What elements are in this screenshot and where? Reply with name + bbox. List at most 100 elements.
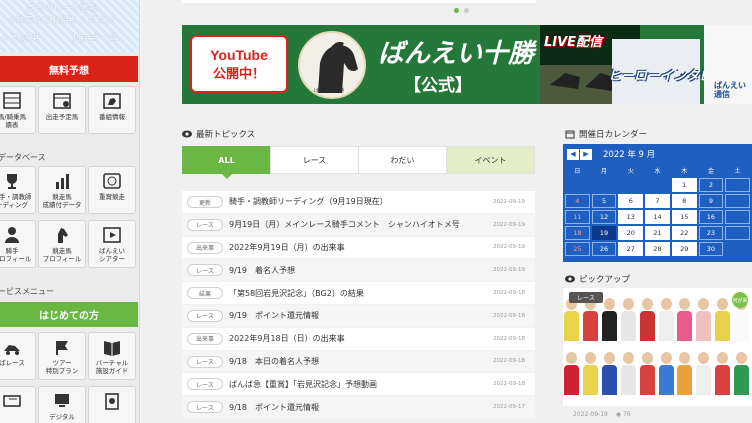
calendar-day[interactable]: 5: [591, 194, 617, 208]
tab-all[interactable]: ALL: [182, 146, 270, 179]
prev-month-button[interactable]: ◀: [567, 148, 579, 160]
horse-data-tile[interactable]: 競走馬 成績付データ: [38, 166, 86, 214]
hero-interview-panel: ヒーローインタビュー: [608, 39, 738, 104]
news-title[interactable]: 9月19日（月）メインレース騎手コメント シャンハイオトメ号: [229, 219, 460, 230]
news-title[interactable]: 騎手・調教師リーディング（9月19日現在）: [229, 196, 388, 207]
calendar-day[interactable]: 23: [698, 226, 724, 240]
clipboard-tile[interactable]: [88, 386, 136, 423]
news-date: 2022-09-18: [493, 312, 525, 319]
news-title[interactable]: 2022年9月19日（月）の出来事: [229, 242, 345, 253]
news-title[interactable]: ばんば急【重賞】「岩見沢記念」予想動画: [229, 379, 377, 390]
horse-profile-tile[interactable]: 競走馬 プロフィール: [38, 220, 86, 268]
calendar-day[interactable]: 19: [591, 226, 617, 240]
pickup-card[interactable]: レース 何が来: [563, 288, 752, 406]
pickup-badge: 何が来: [732, 292, 748, 308]
jockey-figure: [714, 348, 733, 396]
calendar-day[interactable]: 26: [591, 242, 617, 256]
slider-dot-active[interactable]: [454, 8, 459, 13]
payout-list-link[interactable]: 払戻金一覧: [72, 33, 117, 45]
weekday-header: 水: [654, 167, 661, 175]
graded-race-tile[interactable]: 重賞競走: [88, 166, 136, 214]
news-row[interactable]: レース 9/19 着名人予想 2022-09-19: [182, 259, 535, 283]
news-title[interactable]: 9/18 本日の着名人予想: [229, 356, 319, 367]
horse-caption: ばんえい十勝: [314, 88, 345, 94]
news-date: 2022-09-18: [493, 290, 525, 297]
jockey-results-tile[interactable]: 馬/騎乗馬 績表: [0, 86, 36, 134]
jockey-figure: [695, 294, 714, 342]
news-tag: 出来事: [187, 332, 223, 345]
entries-tile[interactable]: 出走予定馬: [38, 86, 86, 134]
news-tag: 更新: [187, 196, 223, 208]
news-row[interactable]: レース 9/18 ポイント還元情報 2022-09-17: [182, 396, 535, 419]
news-row[interactable]: レース 9月19日（月）メインレース騎手コメント シャンハイオトメ号 2022-09…: [182, 213, 535, 237]
calendar-day[interactable]: 9: [698, 194, 724, 208]
jockey-figure: [639, 348, 658, 396]
topics-title: 最新トピックス: [196, 130, 256, 140]
jockey-profile-tile[interactable]: 騎手 プロフィール: [0, 220, 36, 268]
program-tile[interactable]: 番組情報: [88, 86, 136, 134]
news-row[interactable]: レース ばんば急【重賞】「岩見沢記念」予想動画 2022-09-18: [182, 373, 535, 397]
slider-dot[interactable]: [464, 8, 469, 13]
calendar-day[interactable]: 17: [725, 210, 750, 224]
jockey-figure: [563, 348, 582, 396]
youtube-banner[interactable]: YouTube 公開中！ ばんえい十勝 ばんえい十勝 【公式】 LIVE配信 ヒ…: [182, 25, 752, 104]
news-row[interactable]: 結果 「第58回岩見沢記念」（BG2）の結果 2022-09-18: [182, 282, 535, 305]
news-title[interactable]: 9/19 着名人予想: [229, 265, 295, 276]
calendar-empty-cell: [618, 178, 644, 192]
news-row[interactable]: 更新 騎手・調教師リーディング（9月19日現在） 2022-09-19: [182, 191, 535, 214]
badge-icon: [103, 173, 121, 189]
news-row[interactable]: 出来事 2022年9月18日（日）の出来事 2022-09-18: [182, 327, 535, 351]
monitor-icon: [55, 394, 69, 407]
news-title[interactable]: 「第58回岩見沢記念」（BG2）の結果: [229, 288, 364, 299]
calendar-day[interactable]: 11: [565, 210, 590, 224]
tab-race[interactable]: レース: [270, 146, 358, 174]
calendar-day[interactable]: 2: [698, 178, 724, 192]
calendar-day[interactable]: 10: [725, 194, 750, 208]
calendar-day[interactable]: 4: [565, 194, 590, 208]
calendar-day[interactable]: 16: [698, 210, 724, 224]
weekday-header: 土: [734, 167, 741, 175]
weekday-header: 月: [601, 167, 608, 175]
youtube-label: YouTube: [210, 46, 268, 63]
calendar-day: 29: [671, 242, 697, 256]
next-month-button[interactable]: ▶: [580, 148, 592, 160]
news-row[interactable]: 出来事 2022年9月19日（月）の出来事 2022-09-19: [182, 236, 535, 260]
calendar-day[interactable]: 30: [698, 242, 724, 256]
news-title[interactable]: 9/18 ポイント還元情報: [229, 402, 319, 413]
banei-race-tile[interactable]: ばレース: [0, 332, 36, 380]
news-row[interactable]: レース 9/19 ポイント還元情報 2022-09-18: [182, 304, 535, 328]
calendar-day[interactable]: 3: [725, 178, 750, 192]
notice-line-2: ※発表までお待ちください: [8, 16, 115, 26]
odds-results-link[interactable]: ッズ/結果: [0, 33, 39, 45]
ticket-tile[interactable]: [0, 386, 36, 423]
news-title[interactable]: 9/19 ポイント還元情報: [229, 310, 319, 321]
theater-tile[interactable]: ばんえい シアター: [88, 220, 136, 268]
tab-event[interactable]: イベント: [446, 146, 535, 174]
news-date: 2022-09-19: [493, 244, 525, 251]
calendar-day[interactable]: 24: [725, 226, 750, 240]
news-row[interactable]: レース 9/18 本日の着名人予想 2022-09-18: [182, 350, 535, 374]
calendar-day: 8: [671, 194, 697, 208]
calendar-day[interactable]: 25: [565, 242, 590, 256]
calendar-day: 1: [671, 178, 697, 192]
news-date: 2022-09-19: [493, 267, 525, 274]
first-time-button[interactable]: はじめての方: [0, 302, 138, 327]
pickup-race-tag: レース: [569, 292, 603, 303]
calendar-day[interactable]: 12: [591, 210, 617, 224]
weekday-header: 火: [627, 167, 634, 175]
weekday-header: 日: [574, 167, 581, 175]
service-menu-heading: ービスメニュー: [0, 287, 54, 296]
leading-tile[interactable]: 騎手・調教師 ーディング: [0, 166, 36, 214]
calendar-day[interactable]: 18: [565, 226, 590, 240]
tour-plan-tile[interactable]: ツアー 特別プラン: [38, 332, 86, 380]
news-tag: レース: [187, 401, 223, 414]
free-prediction-button[interactable]: 無料予想: [0, 56, 138, 82]
digital-tile[interactable]: デジタル: [38, 386, 86, 423]
tab-topic[interactable]: わだい: [358, 146, 446, 174]
news-tag: レース: [187, 218, 223, 231]
news-tag: レース: [187, 309, 223, 322]
news-title[interactable]: 2022年9月18日（日）の出来事: [229, 333, 345, 344]
pickup-heading: ピックアップ: [565, 273, 630, 285]
race-info-notice[interactable]: 本日のレース情報 ※発表までお待ちください ッズ/結果 払戻金一覧: [0, 0, 139, 52]
virtual-guide-tile[interactable]: バーチャル 施設ガイド: [88, 332, 136, 380]
